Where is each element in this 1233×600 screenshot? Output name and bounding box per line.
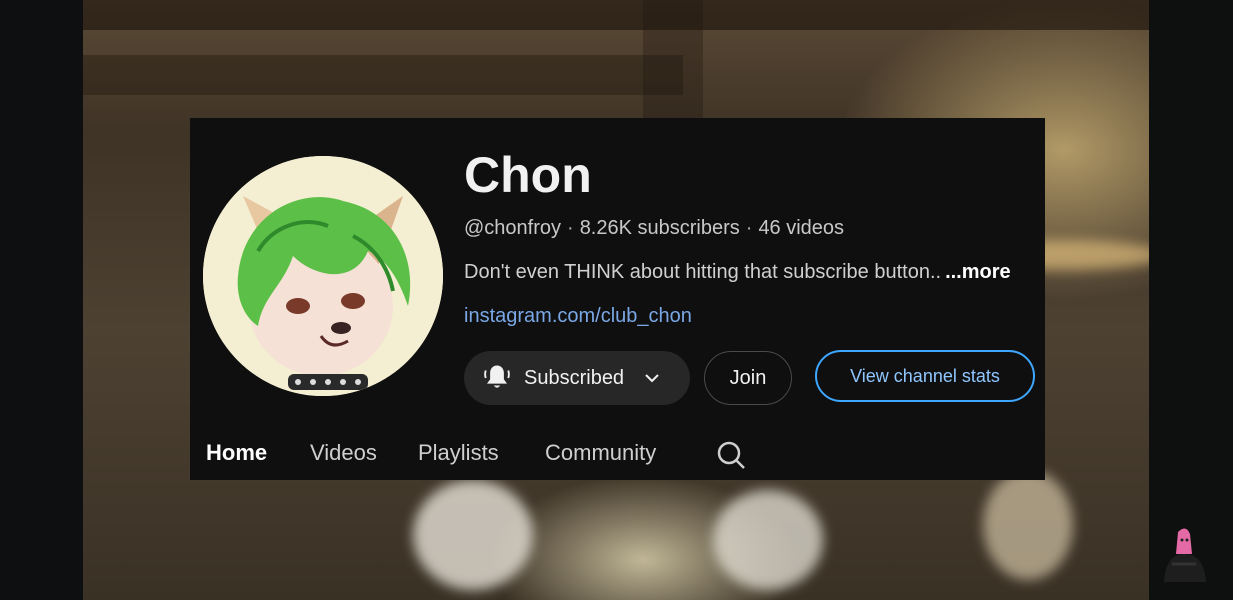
more-link[interactable]: ...more — [945, 261, 1011, 283]
avatar-illustration — [203, 156, 443, 396]
subscriber-count: 8.26K subscribers — [579, 217, 740, 239]
ceiling-beam — [83, 0, 1149, 30]
join-label: Join — [729, 366, 767, 389]
view-channel-stats-button[interactable]: View channel stats — [815, 350, 1035, 402]
subscribed-label: Subscribed — [524, 366, 625, 389]
tab-community[interactable]: Community — [545, 440, 656, 466]
channel-description[interactable]: Don't even THINK about hitting that subs… — [464, 261, 1011, 284]
video-count: 46 videos — [758, 217, 845, 239]
letterbox-left — [0, 0, 83, 600]
channel-meta: @chonfroy · 8.26K subscribers · 46 videos — [464, 217, 844, 240]
wooden-post — [643, 0, 703, 120]
channel-name: Chon — [464, 147, 592, 203]
bell-icon — [484, 365, 510, 388]
channel-header-card: Chon @chonfroy · 8.26K subscribers · 46 vide… — [190, 118, 1045, 480]
subscribed-button[interactable]: Subscribed — [464, 351, 690, 405]
tab-videos[interactable]: Videos — [310, 440, 377, 466]
creator-watermark-logo — [1164, 528, 1206, 582]
description-text: Don't even THINK about hitting that subs… — [464, 261, 942, 283]
ceiling-beam — [83, 55, 683, 95]
channel-link[interactable]: instagram.com/club_chon — [464, 305, 692, 328]
separator-dot: · — [567, 217, 574, 239]
hand-shape — [413, 480, 533, 590]
separator-dot: · — [745, 217, 753, 239]
join-button[interactable]: Join — [704, 351, 792, 405]
stats-label: View channel stats — [850, 365, 1000, 386]
tab-home[interactable]: Home — [206, 440, 267, 466]
channel-handle: @chonfroy — [464, 217, 562, 239]
channel-avatar[interactable] — [203, 156, 443, 396]
letterbox-right — [1149, 0, 1233, 600]
tab-playlists[interactable]: Playlists — [418, 440, 499, 466]
chevron-down-icon — [645, 374, 659, 383]
hand-shape — [713, 490, 823, 590]
scroll-shape — [983, 470, 1073, 580]
search-icon[interactable] — [716, 440, 746, 470]
